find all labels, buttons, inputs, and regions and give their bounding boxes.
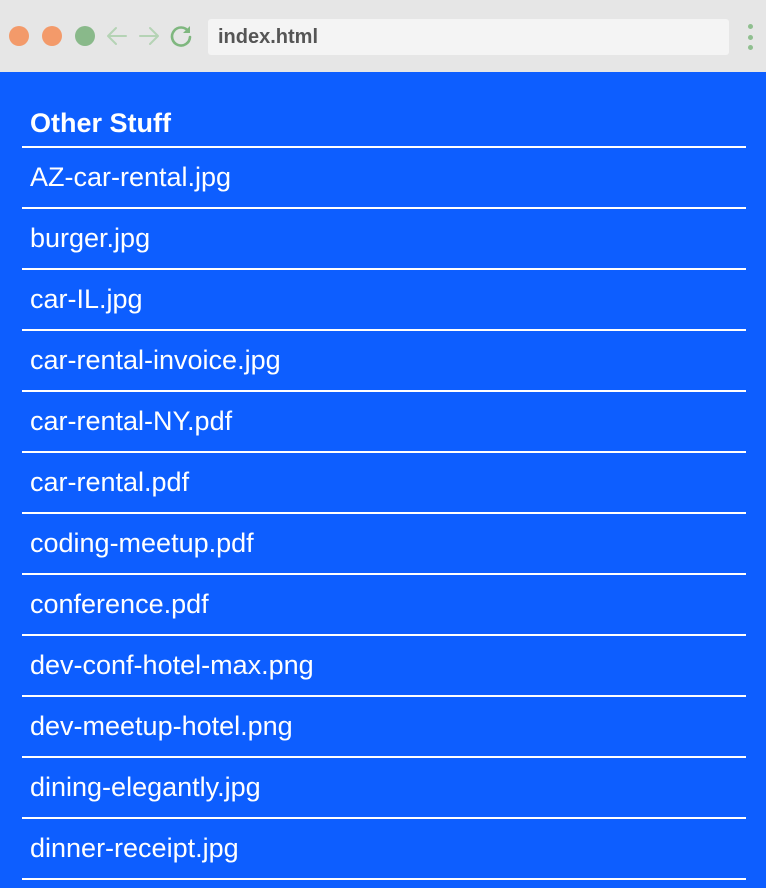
minimize-window-button[interactable] xyxy=(42,26,62,46)
back-arrow-icon[interactable] xyxy=(104,22,130,50)
file-list-item[interactable]: AZ-car-rental.jpg xyxy=(22,148,746,209)
section-title: Other Stuff xyxy=(22,72,746,148)
file-list-item[interactable]: car-rental.pdf xyxy=(22,453,746,514)
close-window-button[interactable] xyxy=(9,26,29,46)
file-list: AZ-car-rental.jpg burger.jpg car-IL.jpg … xyxy=(22,148,746,880)
file-list-item[interactable]: dinner-receipt.jpg xyxy=(22,819,746,880)
menu-kebab-icon[interactable] xyxy=(745,24,755,50)
address-bar[interactable]: index.html xyxy=(208,19,729,55)
file-list-item[interactable]: conference.pdf xyxy=(22,575,746,636)
maximize-window-button[interactable] xyxy=(75,26,95,46)
page-content: Other Stuff AZ-car-rental.jpg burger.jpg… xyxy=(22,72,746,880)
file-list-item[interactable]: dining-elegantly.jpg xyxy=(22,758,746,819)
reload-icon[interactable] xyxy=(168,22,194,50)
file-list-item[interactable]: burger.jpg xyxy=(22,209,746,270)
file-list-item[interactable]: car-rental-invoice.jpg xyxy=(22,331,746,392)
file-list-item[interactable]: car-rental-NY.pdf xyxy=(22,392,746,453)
file-list-item[interactable]: coding-meetup.pdf xyxy=(22,514,746,575)
url-text: index.html xyxy=(218,25,319,48)
file-list-item[interactable]: dev-meetup-hotel.png xyxy=(22,697,746,758)
forward-arrow-icon[interactable] xyxy=(136,22,162,50)
browser-toolbar: index.html xyxy=(0,0,766,72)
file-list-item[interactable]: car-IL.jpg xyxy=(22,270,746,331)
file-list-item[interactable]: dev-conf-hotel-max.png xyxy=(22,636,746,697)
